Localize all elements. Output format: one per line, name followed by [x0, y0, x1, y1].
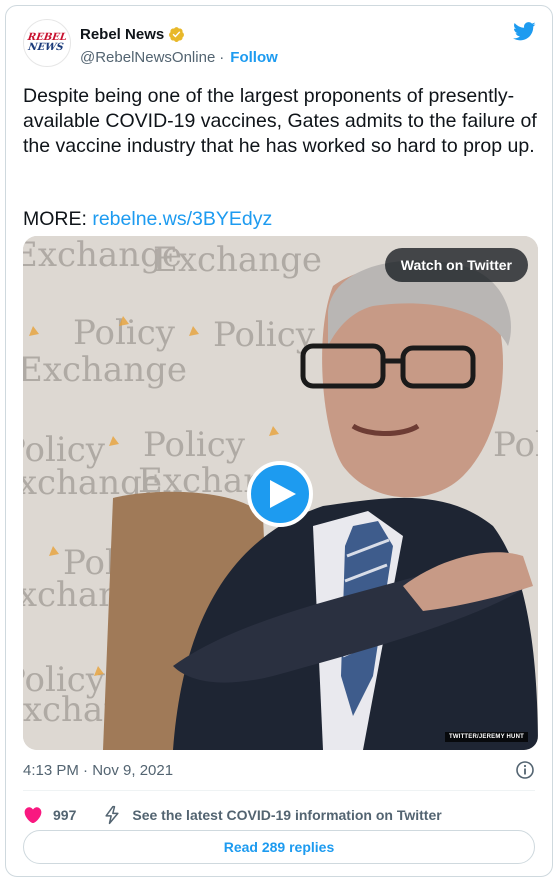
read-replies-button[interactable]: Read 289 replies — [23, 830, 535, 864]
tweet-timestamp[interactable]: 4:13 PM · Nov 9, 2021 — [23, 762, 173, 779]
like-count[interactable]: 997 — [53, 807, 76, 823]
action-bar: 997 See the latest COVID-19 information … — [23, 800, 442, 830]
more-line: MORE: rebelne.ws/3BYEdyz — [23, 207, 272, 232]
backdrop-word: Exchange — [153, 240, 322, 280]
more-prefix: MORE: — [23, 208, 93, 230]
lightning-icon — [105, 805, 119, 825]
backdrop-word: Exchange — [23, 350, 187, 390]
handle-row: @RebelNewsOnline · Follow — [80, 49, 278, 66]
avatar[interactable]: REBEL NEWS — [23, 19, 71, 67]
author-name-row: Rebel News — [80, 26, 185, 43]
watch-on-twitter-button[interactable]: Watch on Twitter — [384, 248, 528, 282]
tweet-link[interactable]: rebelne.ws/3BYEdyz — [92, 208, 272, 230]
avatar-logo: REBEL NEWS — [27, 32, 69, 53]
tweet-card: REBEL NEWS Rebel News @RebelNewsOnline ·… — [5, 5, 553, 877]
play-icon — [269, 480, 296, 508]
video-credit: TWITTER/JEREMY HUNT — [444, 732, 528, 742]
info-icon[interactable] — [515, 760, 535, 780]
author-handle[interactable]: @RebelNewsOnline — [80, 49, 215, 66]
separator-dot: · — [219, 49, 225, 66]
backdrop-word: Policy — [493, 425, 538, 465]
follow-button[interactable]: Follow — [230, 49, 278, 66]
covid-info-link[interactable]: See the latest COVID-19 information on T… — [132, 807, 441, 823]
display-name[interactable]: Rebel News — [80, 26, 164, 43]
backdrop-word: Policy — [213, 315, 316, 355]
tweet-text: Despite being one of the largest propone… — [23, 85, 537, 157]
video-player[interactable]: Exchange Exchange Policy Exchange Policy… — [23, 236, 538, 750]
twitter-bird-icon[interactable] — [513, 22, 536, 41]
play-button[interactable] — [247, 461, 313, 527]
verified-badge-icon — [169, 27, 185, 42]
heart-icon[interactable] — [23, 805, 43, 825]
backdrop-word: Policy — [143, 425, 246, 465]
divider — [23, 790, 535, 791]
